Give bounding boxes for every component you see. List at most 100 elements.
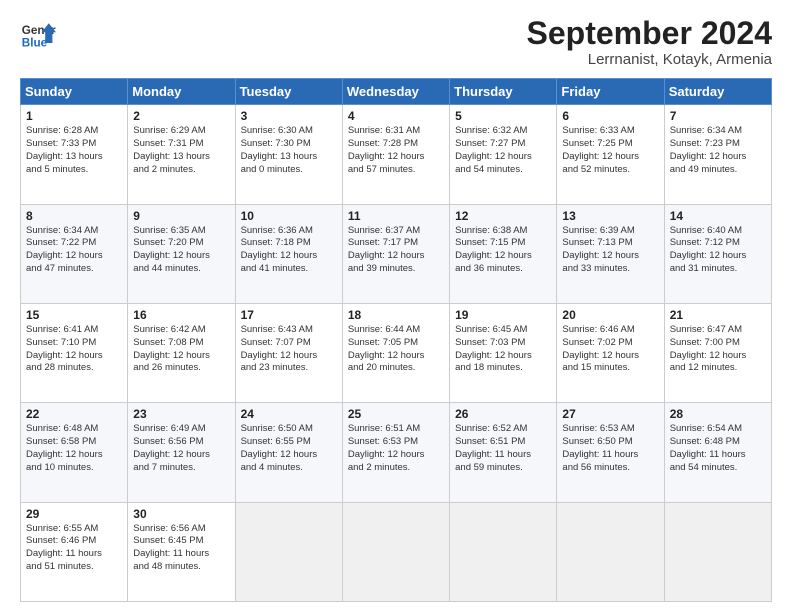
cell-info: Sunrise: 6:30 AMSunset: 7:30 PMDaylight:…	[241, 125, 337, 176]
cell-info: Sunrise: 6:36 AMSunset: 7:18 PMDaylight:…	[241, 225, 337, 276]
day-number: 5	[455, 109, 551, 123]
calendar-cell	[557, 502, 664, 601]
calendar-cell: 1 Sunrise: 6:28 AMSunset: 7:33 PMDaylight…	[21, 105, 128, 204]
cell-info: Sunrise: 6:35 AMSunset: 7:20 PMDaylight:…	[133, 225, 229, 276]
cell-info: Sunrise: 6:32 AMSunset: 7:27 PMDaylight:…	[455, 125, 551, 176]
day-number: 29	[26, 507, 122, 521]
cell-info: Sunrise: 6:33 AMSunset: 7:25 PMDaylight:…	[562, 125, 658, 176]
calendar-cell	[450, 502, 557, 601]
cell-info: Sunrise: 6:49 AMSunset: 6:56 PMDaylight:…	[133, 423, 229, 474]
svg-text:Blue: Blue	[22, 37, 48, 50]
cell-info: Sunrise: 6:34 AMSunset: 7:23 PMDaylight:…	[670, 125, 766, 176]
day-number: 21	[670, 308, 766, 322]
calendar-cell: 17 Sunrise: 6:43 AMSunset: 7:07 PMDayligh…	[235, 303, 342, 402]
day-number: 9	[133, 209, 229, 223]
main-title: September 2024	[527, 16, 772, 51]
day-number: 27	[562, 407, 658, 421]
calendar-cell: 27 Sunrise: 6:53 AMSunset: 6:50 PMDayligh…	[557, 403, 664, 502]
dow-header-wednesday: Wednesday	[342, 79, 449, 105]
day-number: 8	[26, 209, 122, 223]
cell-info: Sunrise: 6:56 AMSunset: 6:45 PMDaylight:…	[133, 523, 229, 574]
calendar-table: SundayMondayTuesdayWednesdayThursdayFrid…	[20, 78, 772, 602]
calendar-cell: 20 Sunrise: 6:46 AMSunset: 7:02 PMDayligh…	[557, 303, 664, 402]
cell-info: Sunrise: 6:28 AMSunset: 7:33 PMDaylight:…	[26, 125, 122, 176]
calendar-cell: 6Sunrise: 6:33 AMSunset: 7:25 PMDaylight…	[557, 105, 664, 204]
cell-info: Sunrise: 6:37 AMSunset: 7:17 PMDaylight:…	[348, 225, 444, 276]
cell-info: Sunrise: 6:43 AMSunset: 7:07 PMDaylight:…	[241, 324, 337, 375]
dow-header-tuesday: Tuesday	[235, 79, 342, 105]
calendar-cell: 7Sunrise: 6:34 AMSunset: 7:23 PMDaylight…	[664, 105, 771, 204]
cell-info: Sunrise: 6:53 AMSunset: 6:50 PMDaylight:…	[562, 423, 658, 474]
calendar-cell: 11 Sunrise: 6:37 AMSunset: 7:17 PMDayligh…	[342, 204, 449, 303]
cell-info: Sunrise: 6:55 AMSunset: 6:46 PMDaylight:…	[26, 523, 122, 574]
day-number: 19	[455, 308, 551, 322]
day-number: 1	[26, 109, 122, 123]
day-number: 3	[241, 109, 337, 123]
calendar-cell	[235, 502, 342, 601]
dow-header-thursday: Thursday	[450, 79, 557, 105]
cell-info: Sunrise: 6:46 AMSunset: 7:02 PMDaylight:…	[562, 324, 658, 375]
calendar-cell: 9 Sunrise: 6:35 AMSunset: 7:20 PMDaylight…	[128, 204, 235, 303]
day-number: 17	[241, 308, 337, 322]
calendar-cell: 23 Sunrise: 6:49 AMSunset: 6:56 PMDayligh…	[128, 403, 235, 502]
cell-info: Sunrise: 6:39 AMSunset: 7:13 PMDaylight:…	[562, 225, 658, 276]
cell-info: Sunrise: 6:42 AMSunset: 7:08 PMDaylight:…	[133, 324, 229, 375]
day-number: 20	[562, 308, 658, 322]
calendar-cell: 25 Sunrise: 6:51 AMSunset: 6:53 PMDayligh…	[342, 403, 449, 502]
calendar-cell: 30 Sunrise: 6:56 AMSunset: 6:45 PMDayligh…	[128, 502, 235, 601]
header: General Blue September 2024 Lerrnanist, …	[20, 16, 772, 68]
calendar-cell: 4 Sunrise: 6:31 AMSunset: 7:28 PMDaylight…	[342, 105, 449, 204]
cell-info: Sunrise: 6:50 AMSunset: 6:55 PMDaylight:…	[241, 423, 337, 474]
cell-info: Sunrise: 6:29 AMSunset: 7:31 PMDaylight:…	[133, 125, 229, 176]
cell-info: Sunrise: 6:44 AMSunset: 7:05 PMDaylight:…	[348, 324, 444, 375]
day-number: 16	[133, 308, 229, 322]
dow-header-monday: Monday	[128, 79, 235, 105]
day-number: 10	[241, 209, 337, 223]
day-number: 22	[26, 407, 122, 421]
day-number: 30	[133, 507, 229, 521]
calendar-cell: 3 Sunrise: 6:30 AMSunset: 7:30 PMDaylight…	[235, 105, 342, 204]
sub-title: Lerrnanist, Kotayk, Armenia	[527, 51, 772, 68]
calendar-cell: 16 Sunrise: 6:42 AMSunset: 7:08 PMDayligh…	[128, 303, 235, 402]
calendar-cell: 15 Sunrise: 6:41 AMSunset: 7:10 PMDayligh…	[21, 303, 128, 402]
logo-icon: General Blue	[20, 16, 56, 52]
dow-header-saturday: Saturday	[664, 79, 771, 105]
calendar-cell: 14 Sunrise: 6:40 AMSunset: 7:12 PMDayligh…	[664, 204, 771, 303]
calendar-cell	[664, 502, 771, 601]
cell-info: Sunrise: 6:40 AMSunset: 7:12 PMDaylight:…	[670, 225, 766, 276]
calendar-cell: 10 Sunrise: 6:36 AMSunset: 7:18 PMDayligh…	[235, 204, 342, 303]
calendar-cell: 24 Sunrise: 6:50 AMSunset: 6:55 PMDayligh…	[235, 403, 342, 502]
day-number: 25	[348, 407, 444, 421]
cell-info: Sunrise: 6:31 AMSunset: 7:28 PMDaylight:…	[348, 125, 444, 176]
day-number: 4	[348, 109, 444, 123]
calendar-cell: 28Sunrise: 6:54 AMSunset: 6:48 PMDayligh…	[664, 403, 771, 502]
day-number: 23	[133, 407, 229, 421]
cell-info: Sunrise: 6:48 AMSunset: 6:58 PMDaylight:…	[26, 423, 122, 474]
calendar-cell: 13 Sunrise: 6:39 AMSunset: 7:13 PMDayligh…	[557, 204, 664, 303]
cell-info: Sunrise: 6:47 AMSunset: 7:00 PMDaylight:…	[670, 324, 766, 375]
cell-info: Sunrise: 6:52 AMSunset: 6:51 PMDaylight:…	[455, 423, 551, 474]
calendar-cell: 19 Sunrise: 6:45 AMSunset: 7:03 PMDayligh…	[450, 303, 557, 402]
day-number: 2	[133, 109, 229, 123]
cell-info: Sunrise: 6:41 AMSunset: 7:10 PMDaylight:…	[26, 324, 122, 375]
day-number: 11	[348, 209, 444, 223]
calendar-cell: 18Sunrise: 6:44 AMSunset: 7:05 PMDayligh…	[342, 303, 449, 402]
cell-info: Sunrise: 6:51 AMSunset: 6:53 PMDaylight:…	[348, 423, 444, 474]
calendar-cell: 5 Sunrise: 6:32 AMSunset: 7:27 PMDaylight…	[450, 105, 557, 204]
day-number: 15	[26, 308, 122, 322]
logo: General Blue	[20, 16, 56, 52]
calendar-cell	[342, 502, 449, 601]
day-number: 26	[455, 407, 551, 421]
cell-info: Sunrise: 6:45 AMSunset: 7:03 PMDaylight:…	[455, 324, 551, 375]
day-number: 28	[670, 407, 766, 421]
day-number: 13	[562, 209, 658, 223]
title-block: September 2024 Lerrnanist, Kotayk, Armen…	[527, 16, 772, 68]
calendar-cell: 26 Sunrise: 6:52 AMSunset: 6:51 PMDayligh…	[450, 403, 557, 502]
cell-info: Sunrise: 6:38 AMSunset: 7:15 PMDaylight:…	[455, 225, 551, 276]
calendar-cell: 8Sunrise: 6:34 AMSunset: 7:22 PMDaylight…	[21, 204, 128, 303]
calendar-cell: 29 Sunrise: 6:55 AMSunset: 6:46 PMDayligh…	[21, 502, 128, 601]
day-number: 24	[241, 407, 337, 421]
dow-header-sunday: Sunday	[21, 79, 128, 105]
calendar-cell: 22 Sunrise: 6:48 AMSunset: 6:58 PMDayligh…	[21, 403, 128, 502]
day-number: 14	[670, 209, 766, 223]
